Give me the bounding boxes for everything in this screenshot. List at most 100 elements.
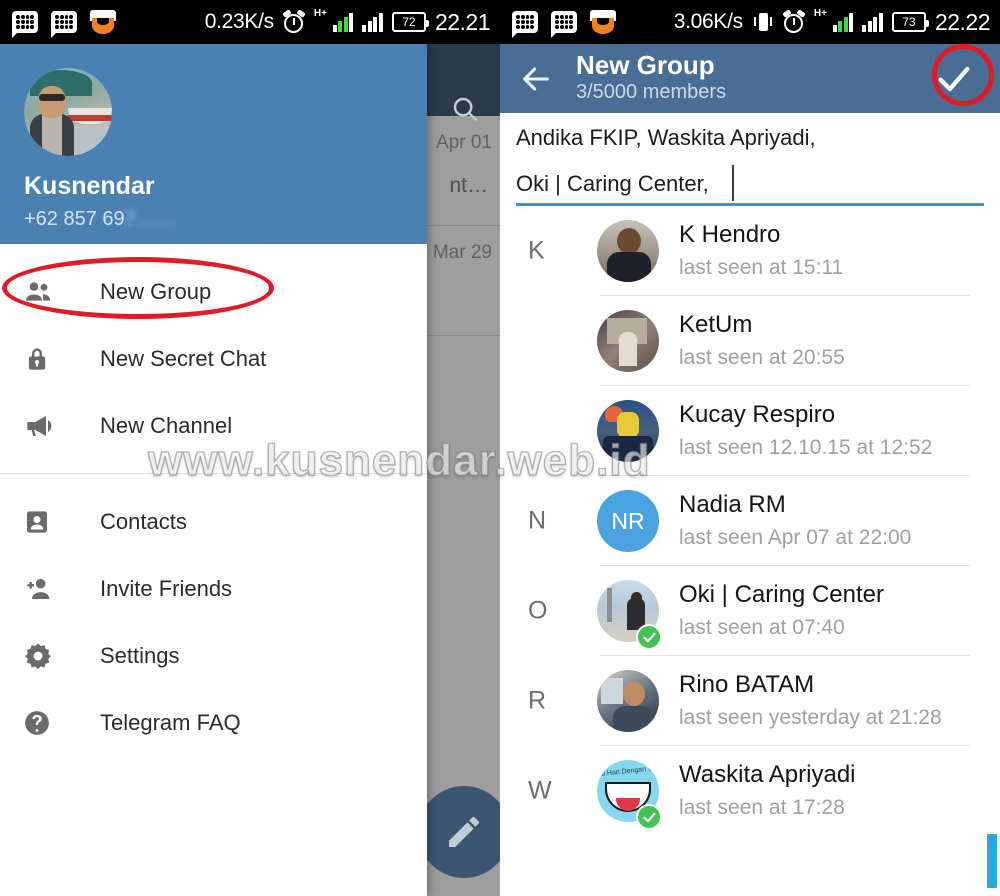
list-item[interactable]: KetUm last seen at 20:55 [500,296,1000,386]
contact-status: last seen at 20:55 [679,346,845,369]
contact-name: KetUm [679,311,753,338]
contact-name: Rino BATAM [679,671,815,698]
list-item[interactable]: W u Hari Dengan Senyum Waskita Apriyadi … [500,746,1000,836]
bbm-icon [551,11,577,38]
menu-item-label: Invite Friends [100,575,233,601]
list-item[interactable]: N NR Nadia RM last seen Apr 07 at 22:00 [500,476,1000,566]
contact-name: Kucay Respiro [679,401,836,428]
clock: 22.21 [434,8,491,35]
status-bar-right: 3.06K/s H+ 73 22.22 [500,0,1000,44]
status-bar-left: 0.23K/s H+ 72 22.21 [0,0,500,44]
signal-icon-sim2 [862,12,883,32]
new-group-header: New Group 3/5000 members [500,44,1000,113]
bbm-icon [51,11,77,38]
contact-status: last seen at 15:11 [679,256,844,279]
navigation-drawer: Kusnendar +62 857 697…… New Group New Se… [0,44,427,896]
avatar [597,220,659,282]
contact-status: last seen 12.10.15 at 12:52 [679,436,933,459]
avatar: NR [597,490,659,552]
menu-item-label: Settings [100,642,180,668]
menu-item-new-secret-chat[interactable]: New Secret Chat [0,325,427,392]
network-speed: 0.23K/s [204,10,274,33]
battery-icon: 73 [891,12,929,32]
alarm-icon [282,9,306,33]
person-add-icon [22,573,66,605]
avatar [597,310,659,372]
new-message-fab[interactable] [418,786,500,878]
battery-icon: 72 [391,12,429,32]
contact-status: last seen yesterday at 21:28 [679,706,942,729]
phone-blurred: 7…… [124,208,176,230]
header-titles: New Group 3/5000 members [576,52,908,104]
alarm-icon [782,9,806,33]
contact-status: last seen at 17:28 [679,796,845,819]
bbm-icon [512,11,538,38]
contact-card-icon [22,507,66,537]
contact-name: Nadia RM [679,491,786,518]
member-search-input[interactable]: Andika FKIP, Waskita Apriyadi, Oki | Car… [500,113,1000,206]
arrow-left-icon[interactable] [500,62,572,96]
text-caret [732,165,734,201]
avatar [597,400,659,462]
lock-icon [22,344,66,374]
list-item[interactable]: R Rino BATAM last seen yesterday at 21:2… [500,656,1000,746]
drawer-menu: New Group New Secret Chat New Channel Co… [0,244,427,756]
status-right-group: 0.23K/s H+ 72 22.21 [204,7,491,36]
chat-date: Apr 01 [436,132,492,153]
signal-icon-sim1 [832,12,854,32]
menu-item-label: New Channel [100,412,233,438]
menu-item-label: New Secret Chat [100,345,267,371]
screenshot-root: Apr 01 nt… Mar 29 Kusnendar +62 857 697…… [0,0,1000,896]
drawer-profile-header[interactable]: Kusnendar +62 857 697…… [0,44,427,244]
network-speed: 3.06K/s [673,10,743,33]
hspa-label: H+ [313,7,327,19]
menu-item-label: Telegram FAQ [100,709,241,735]
status-notification-icons [12,10,116,38]
clock: 22.22 [934,8,991,35]
contact-status: last seen at 07:40 [679,616,845,639]
selected-members-line-2: Oki | Caring Center, [516,171,709,196]
megaphone-icon [22,410,66,442]
contact-name: K Hendro [679,221,781,248]
signal-icon-sim2 [362,12,383,32]
menu-item-new-group[interactable]: New Group [0,258,427,325]
status-notification-icons [512,10,616,38]
menu-divider [0,473,427,474]
index-letter: O [528,596,548,625]
menu-item-label: Contacts [100,508,187,534]
index-letter: K [528,236,545,265]
left-panel: Apr 01 nt… Mar 29 Kusnendar +62 857 697…… [0,0,500,896]
menu-item-new-channel[interactable]: New Channel [0,392,427,459]
opera-mini-icon [90,10,116,34]
profile-name: Kusnendar [24,172,155,200]
phone-prefix: +62 857 69 [24,208,125,230]
chat-date: Mar 29 [432,242,492,263]
menu-item-invite-friends[interactable]: Invite Friends [0,555,427,622]
avatar[interactable] [24,68,112,156]
help-circle-icon [22,708,66,738]
menu-item-settings[interactable]: Settings [0,622,427,689]
scrollbar-thumb[interactable] [987,834,997,888]
opera-mini-icon [590,10,616,34]
avatar [597,670,659,732]
menu-item-telegram-faq[interactable]: Telegram FAQ [0,689,427,756]
profile-phone: +62 857 697…… [24,208,176,231]
battery-level: 73 [902,15,916,29]
selected-members-line-1: Andika FKIP, Waskita Apriyadi, [516,125,816,150]
check-icon[interactable] [908,59,1000,99]
index-letter: N [528,506,547,535]
menu-item-contacts[interactable]: Contacts [0,488,427,555]
status-right-group: 3.06K/s H+ 73 22.22 [673,7,991,36]
list-item[interactable]: O Oki | Caring Center last seen at 07:40 [500,566,1000,656]
index-letter: W [528,776,552,805]
page-title: New Group [576,50,715,81]
hspa-label: H+ [813,7,827,19]
contact-status: last seen Apr 07 at 22:00 [679,526,912,549]
list-item[interactable]: Kucay Respiro last seen 12.10.15 at 12:5… [500,386,1000,476]
selected-check-badge [636,804,662,830]
list-item[interactable]: K K Hendro last seen at 15:11 [500,206,1000,296]
battery-level: 72 [402,15,416,29]
contact-name: Oki | Caring Center [679,581,884,608]
contact-name: Waskita Apriyadi [679,761,856,788]
selected-check-badge [636,624,662,650]
